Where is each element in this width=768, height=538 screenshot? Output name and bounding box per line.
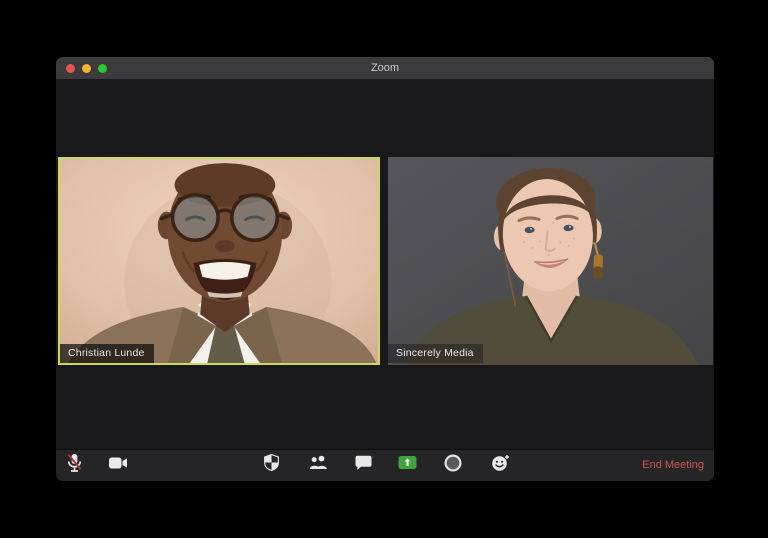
share-screen-icon [398, 455, 417, 475]
mute-button[interactable] [61, 452, 87, 478]
share-screen-button[interactable] [394, 452, 420, 478]
chat-button[interactable] [350, 452, 376, 478]
microphone-muted-icon [65, 453, 84, 478]
sincerely-media-video-feed [388, 157, 713, 365]
video-tile-christian-lunde[interactable]: Christian Lunde [58, 157, 380, 365]
zoom-meeting-window: Zoom Christian Lunde Sincerely Media End… [56, 57, 714, 481]
reactions-smiley-icon [491, 454, 510, 477]
chat-bubble-icon [355, 455, 372, 476]
security-button[interactable] [258, 452, 284, 478]
christian-lunde-video-feed [60, 159, 378, 363]
reactions-button[interactable] [487, 452, 513, 478]
video-tile-sincerely-media[interactable]: Sincerely Media [388, 157, 713, 365]
shield-icon [263, 453, 279, 476]
video-camera-icon [108, 456, 128, 475]
record-button[interactable] [440, 452, 466, 478]
start-video-button[interactable] [105, 452, 131, 478]
meeting-toolbar: End Meeting [56, 449, 714, 481]
window-titlebar[interactable]: Zoom [56, 57, 714, 79]
record-circle-icon [444, 453, 462, 477]
participant-name-label: Sincerely Media [388, 344, 483, 363]
participants-button[interactable] [305, 452, 331, 478]
end-meeting-button[interactable]: End Meeting [642, 450, 704, 481]
window-title: Zoom [370, 62, 400, 74]
participants-icon [309, 455, 328, 475]
participant-name-label: Christian Lunde [60, 344, 154, 363]
